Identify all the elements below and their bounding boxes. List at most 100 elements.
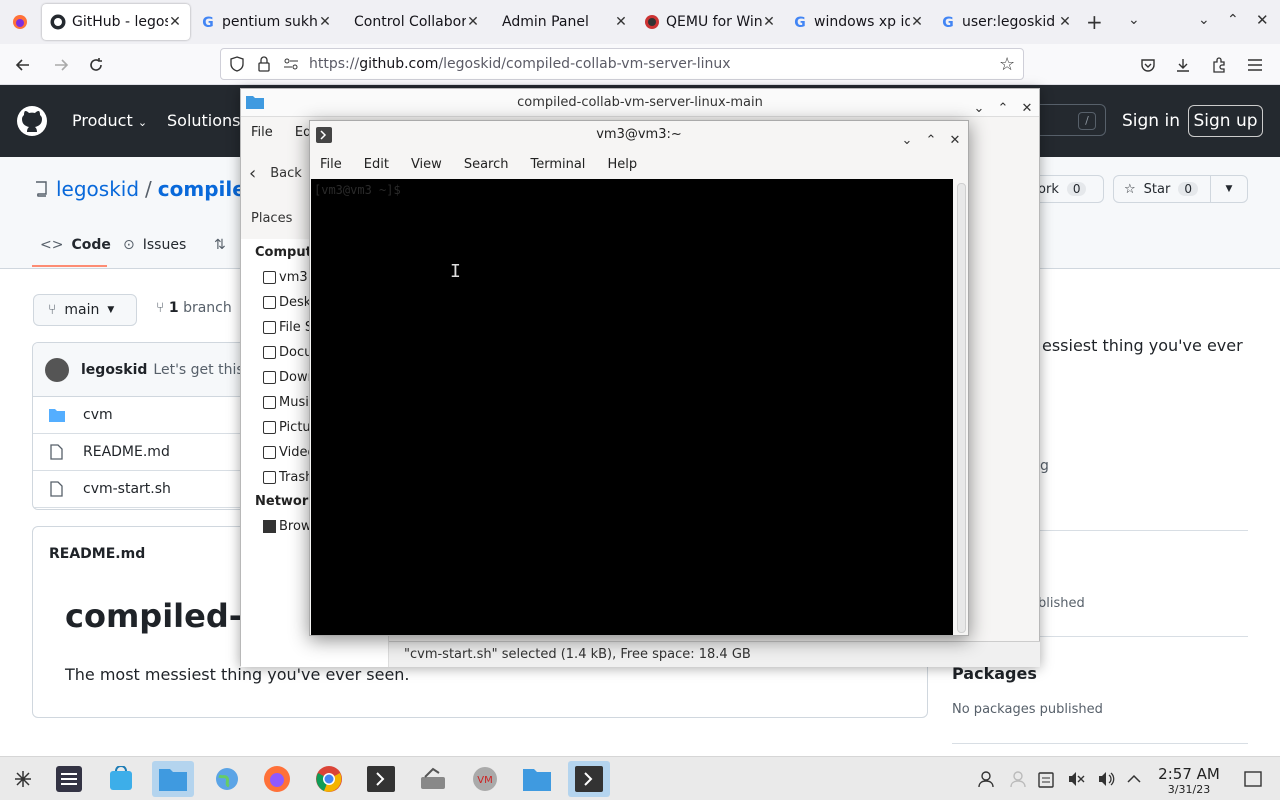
tab-close-icon[interactable]: ✕ [1058,14,1072,30]
maximize-icon[interactable]: ⌃ [995,95,1011,123]
taskbar-terminal[interactable] [568,761,610,797]
permissions-icon[interactable] [283,57,299,71]
file-row[interactable]: cvm-start.sh [33,471,271,508]
maximize-icon[interactable]: ⌃ [923,127,939,155]
sidebar-item[interactable]: Pictu [263,420,311,435]
menu-file[interactable]: File [251,125,273,140]
reload-icon[interactable] [83,52,109,78]
clock[interactable]: 2:57 AM 3/31/23 [1152,765,1226,796]
file-name-link[interactable]: cvm [83,407,113,423]
firefox-icon[interactable] [256,761,298,797]
github-search-input[interactable]: / [1040,104,1106,136]
tab-pull-requests[interactable]: ⇅ [214,237,234,253]
back-button[interactable]: ‹ Back [249,163,302,184]
file-name-link[interactable]: README.md [83,444,170,460]
folder-app-icon[interactable] [516,761,558,797]
forward-arrow-icon[interactable] [48,52,74,78]
terminal-menu-terminal[interactable]: Terminal [530,157,585,172]
taskbar-file-manager[interactable] [152,761,194,797]
nav-product[interactable]: Product ⌄ [72,111,147,130]
terminal-titlebar[interactable]: vm3@vm3:~ ⌄ ⌃ ✕ [310,121,968,149]
terminal-menu-edit[interactable]: Edit [364,157,389,172]
nav-solutions[interactable]: Solutions [167,111,241,130]
repo-owner-link[interactable]: legoskid [56,177,139,201]
terminal-menu-search[interactable]: Search [464,157,509,172]
readme-filename[interactable]: README.md [49,546,145,562]
terminal-app-icon[interactable] [360,761,402,797]
browser-tab[interactable]: Gwindows xp id ✕ [784,4,932,40]
tab-issues[interactable]: ⊙ Issues [123,237,186,253]
browser-tab[interactable]: Admin Panel ✕ [488,4,636,40]
terminal-menu-view[interactable]: View [411,157,442,172]
sidebar-item[interactable]: Trash [263,470,313,485]
browser-tab[interactable]: Gpentium sukhoi✕ [192,4,340,40]
tab-code[interactable]: <> Code [40,237,111,253]
file-name-link[interactable]: cvm-start.sh [83,481,171,497]
tab-close-icon[interactable]: ✕ [168,14,182,30]
sidebar-item[interactable]: Musi [263,395,309,410]
tracking-shield-icon[interactable] [229,56,245,72]
file-row[interactable]: README.md [33,434,271,471]
tab-close-icon[interactable]: ✕ [910,14,924,30]
hamburger-menu-icon[interactable] [1242,52,1268,78]
new-tab-button[interactable]: + [1086,10,1103,34]
extensions-icon[interactable] [1206,52,1232,78]
sidebar-item[interactable]: Desk [263,295,311,310]
sign-in-link[interactable]: Sign in [1122,111,1180,131]
close-icon[interactable]: ✕ [947,127,963,155]
lock-icon[interactable] [257,56,271,72]
branch-count-link[interactable]: ⑂ 1 branch [156,300,232,316]
virtual-machine-icon[interactable]: VM [464,761,506,797]
sign-up-button[interactable]: Sign up [1188,105,1263,137]
browser-tab[interactable]: QEMU for Windows✕ [636,4,784,40]
bookmark-star-icon[interactable]: ☆ [999,54,1015,75]
branch-select-button[interactable]: ⑂ main ▼ [33,294,137,326]
show-desktop-icon[interactable] [1233,761,1273,797]
file-manager-titlebar[interactable]: compiled-collab-vm-server-linux-main ⌄ ⌃… [241,89,1039,117]
back-arrow-icon[interactable] [10,52,36,78]
terminal-menu-help[interactable]: Help [607,157,637,172]
list-tabs-icon[interactable]: ⌄ [1128,12,1140,28]
url-text[interactable]: https://github.com/legoskid/compiled-col… [309,56,731,72]
pocket-icon[interactable] [1135,52,1161,78]
browser-tab[interactable]: Control Collaborat✕ [340,4,488,40]
terminal-output[interactable]: [vm3@vm3 ~]$ I [311,179,953,635]
tab-close-icon[interactable]: ✕ [318,14,332,30]
app-launcher-icon[interactable] [2,761,44,797]
minimize-icon[interactable]: ⌄ [971,95,987,123]
close-icon[interactable]: ✕ [1019,95,1035,123]
browser-tab[interactable]: Guser:legoskid ✕ [932,4,1080,40]
minimize-window-icon[interactable]: ⌄ [1198,12,1210,28]
sidebar-item[interactable]: Down [263,370,316,385]
scanner-icon[interactable] [412,761,454,797]
tab-close-icon[interactable]: ✕ [614,14,628,30]
system-settings-icon[interactable] [48,761,90,797]
sidebar-item[interactable]: Docu [263,345,312,360]
places-label[interactable]: Places [251,211,292,226]
network-globe-icon[interactable] [206,761,248,797]
sidebar-item[interactable]: vm3 [263,270,308,285]
sidebar-item-browse-network[interactable]: Brow [263,519,312,534]
maximize-window-icon[interactable]: ⌃ [1227,12,1239,28]
terminal-window[interactable]: vm3@vm3:~ ⌄ ⌃ ✕ File Edit View Search Termin… [309,120,969,636]
sidebar-item[interactable]: File S [263,320,313,335]
url-bar[interactable]: https://github.com/legoskid/compiled-col… [220,48,1024,80]
sidebar-item[interactable]: Video [263,445,315,460]
package-manager-icon[interactable] [100,761,142,797]
close-window-icon[interactable]: ✕ [1256,11,1269,29]
commit-author-link[interactable]: legoskid [81,362,147,378]
downloads-icon[interactable] [1170,52,1196,78]
chrome-icon[interactable] [308,761,350,797]
chevron-up-icon[interactable] [1114,761,1154,797]
terminal-scrollbar[interactable] [957,183,966,633]
browser-tab[interactable]: GitHub - legoskid✕ [42,4,190,40]
file-row[interactable]: cvm [33,397,271,434]
tab-close-icon[interactable]: ✕ [762,14,776,30]
firefox-menu-icon[interactable] [0,14,40,30]
avatar[interactable] [45,357,69,382]
terminal-menu-file[interactable]: File [320,157,342,172]
tab-close-icon[interactable]: ✕ [466,14,480,30]
github-logo-icon[interactable] [16,105,48,137]
star-button[interactable]: ☆ Star 0 [1113,175,1211,203]
minimize-icon[interactable]: ⌄ [899,127,915,155]
